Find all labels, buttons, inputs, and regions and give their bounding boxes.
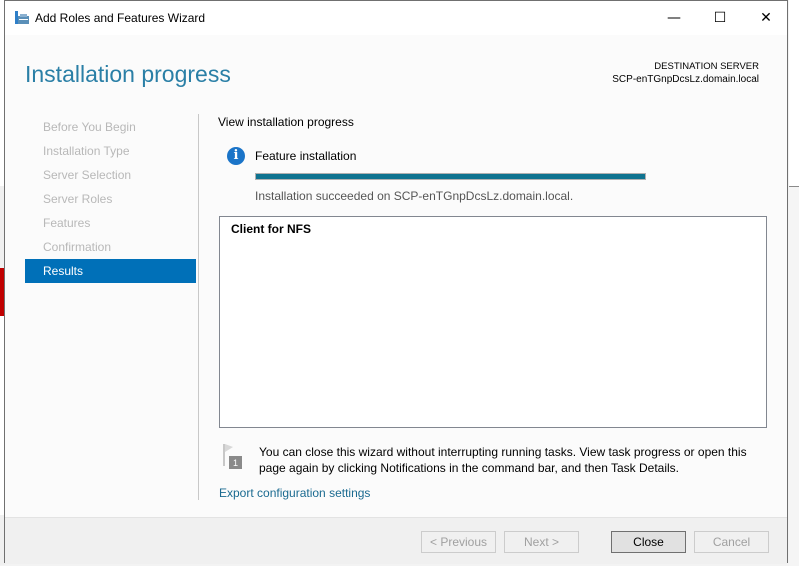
background-panel [789,186,799,566]
previous-button[interactable]: < Previous [421,531,496,553]
maximize-button[interactable]: ☐ [697,1,743,35]
next-button[interactable]: Next > [504,531,579,553]
maximize-icon: ☐ [713,10,727,26]
notification-flag-icon: 1 [223,444,242,469]
server-manager-icon [15,11,29,24]
nav-item-results[interactable]: Results [25,259,196,283]
installation-progress-bar [255,173,646,180]
wizard-footer: < Previous Next > Close Cancel [5,517,787,564]
minimize-button[interactable]: — [651,1,697,35]
title-bar[interactable]: Add Roles and Features Wizard — ☐ ✕ [5,1,787,35]
notification-count: 1 [233,458,238,468]
nav-item-server-roles: Server Roles [43,192,113,206]
window-title: Add Roles and Features Wizard [35,11,206,25]
installation-status: Installation succeeded on SCP-enTGnpDcsL… [255,189,574,203]
wizard-nav: Before You Begin Installation Type Serve… [25,115,196,283]
close-button[interactable]: Close [611,531,686,553]
results-list[interactable]: Client for NFS [219,216,767,428]
info-icon: i [227,147,245,165]
close-window-button[interactable]: ✕ [743,1,789,35]
nav-item-server-selection: Server Selection [43,168,132,182]
close-icon: ✕ [760,10,772,26]
nav-item-installation-type: Installation Type [43,144,130,158]
nav-divider [198,114,199,500]
destination-server-name: SCP-enTGnpDcsLz.domain.local [612,74,759,85]
nav-item-before-you-begin: Before You Begin [43,120,136,134]
page-title: Installation progress [25,61,231,87]
nav-item-confirmation: Confirmation [43,240,112,254]
feature-installation-label: Feature installation [255,149,357,163]
cancel-button[interactable]: Cancel [694,531,769,553]
view-progress-label: View installation progress [218,115,354,129]
nav-item-features: Features [43,216,91,230]
progress-fill [256,174,645,179]
close-wizard-note: You can close this wizard without interr… [259,445,747,475]
background-app-right [789,0,799,566]
minimize-icon: — [667,10,681,26]
destination-server-label: DESTINATION SERVER [654,61,759,72]
export-configuration-link[interactable]: Export configuration settings [219,486,370,500]
wizard-window: Add Roles and Features Wizard — ☐ ✕ Inst… [4,0,788,564]
result-item: Client for NFS [231,222,311,236]
